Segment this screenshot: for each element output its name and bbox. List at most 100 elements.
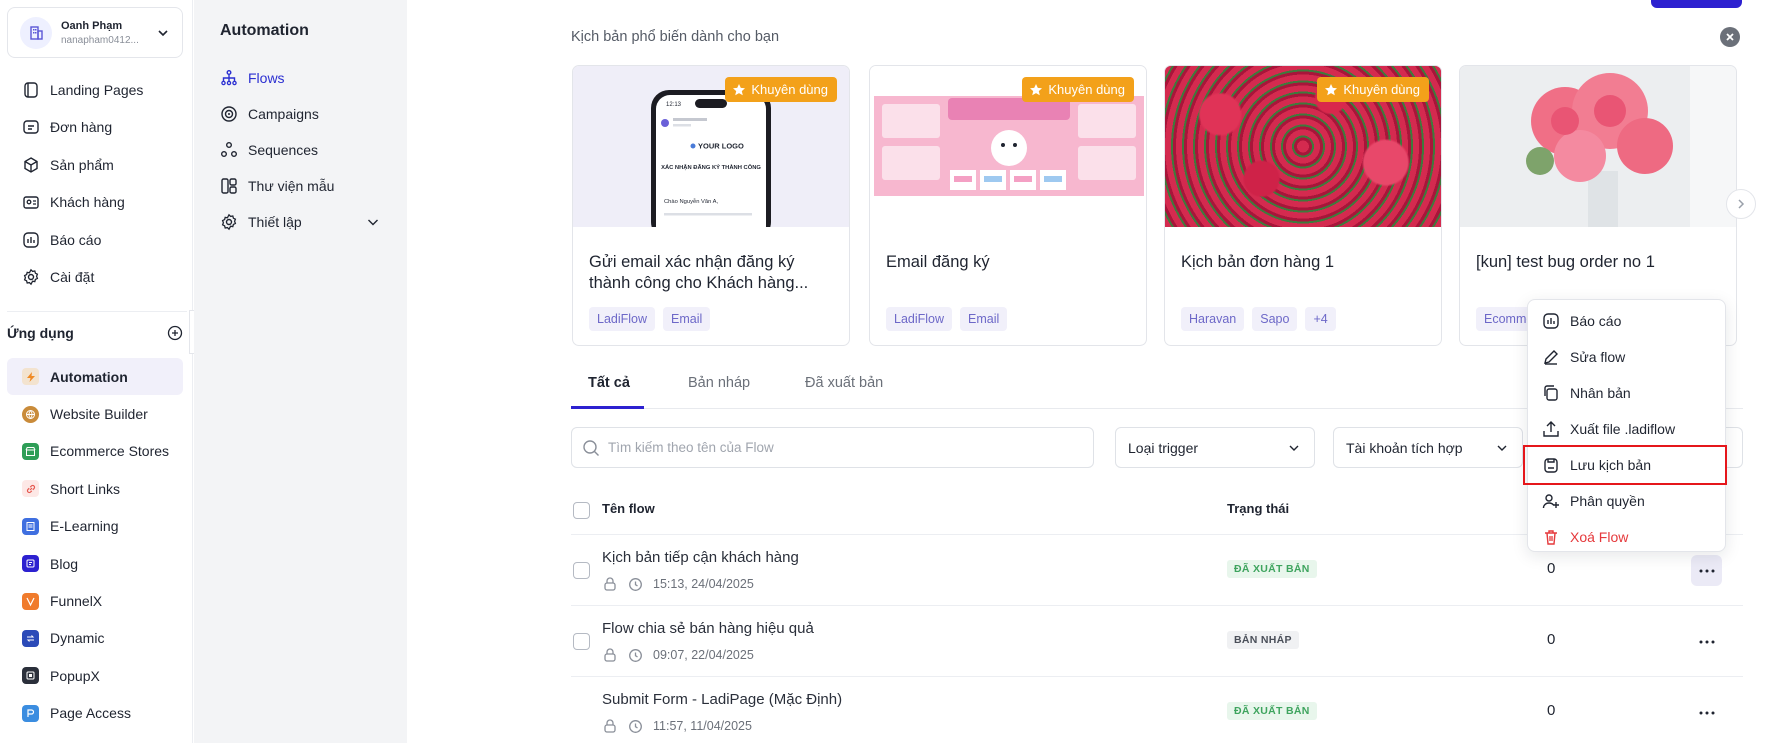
recommended-badge: Khuyên dùng <box>1317 77 1429 102</box>
module-item-setup[interactable]: Thiết lập <box>220 204 390 240</box>
phone-mock-time: 12:13 <box>666 102 682 108</box>
sequences-icon <box>221 142 237 157</box>
clock-icon <box>629 577 642 591</box>
table-row[interactable]: Submit Form - LadiPage (Mặc Định) 11:57,… <box>571 676 1743 743</box>
close-icon <box>1726 33 1734 41</box>
menu-item-edit-flow[interactable]: Sửa flow <box>1528 339 1725 375</box>
flow-meta: 09:07, 22/04/2025 <box>602 647 754 663</box>
nav-label: Khách hàng <box>50 194 125 211</box>
menu-item-export[interactable]: Xuất file .ladiflow <box>1528 411 1725 447</box>
flow-count: 0 <box>1547 631 1556 648</box>
chevron-down-icon <box>1497 445 1507 451</box>
app-ecommerce-stores[interactable]: Ecommerce Stores <box>7 433 183 470</box>
reports-icon <box>23 232 39 248</box>
app-label: Blog <box>50 555 79 572</box>
ecommerce-logo-icon <box>22 442 39 460</box>
app-automation[interactable]: Automation <box>7 358 183 396</box>
app-label: Automation <box>50 368 128 385</box>
suggested-section-title: Kịch bản phổ biến dành cho bạn <box>571 29 780 45</box>
star-icon <box>733 83 746 95</box>
row-checkbox[interactable] <box>573 562 590 579</box>
create-flow-button[interactable] <box>1651 0 1742 8</box>
card-tags: LadiFlow Email <box>589 307 711 331</box>
app-short-links[interactable]: Short Links <box>7 470 183 507</box>
nav-orders[interactable]: Đơn hàng <box>0 109 193 147</box>
app-website-builder[interactable]: Website Builder <box>7 395 183 432</box>
nav-landing-pages[interactable]: Landing Pages <box>0 71 193 109</box>
row-more-button[interactable] <box>1691 555 1722 586</box>
module-item-campaigns[interactable]: Campaigns <box>220 96 390 132</box>
apps-title: Ứng dụng <box>7 325 74 341</box>
search-input[interactable] <box>608 440 1048 455</box>
app-label: Dynamic <box>50 630 105 647</box>
menu-item-save-template[interactable]: Lưu kịch bản <box>1523 445 1727 485</box>
flow-actions-menu: Báo cáo Sửa flow Nhân bản Xuất file .lad… <box>1523 299 1727 555</box>
flows-icon <box>221 70 237 86</box>
flow-name[interactable]: Flow chia sẻ bán hàng hiệu quả <box>602 620 814 637</box>
app-funnelx[interactable]: FunnelX <box>7 582 183 619</box>
module-item-label: Sequences <box>248 142 319 158</box>
template-preview-image <box>1460 66 1736 227</box>
close-suggestions-button[interactable] <box>1720 27 1740 47</box>
row-more-button[interactable] <box>1691 626 1722 657</box>
tab-all[interactable]: Tất cả <box>588 375 630 391</box>
module-title: Automation <box>220 22 309 39</box>
menu-item-label: Xuất file .ladiflow <box>1570 421 1676 437</box>
module-item-sequences[interactable]: Sequences <box>220 132 390 168</box>
menu-item-report[interactable]: Báo cáo <box>1528 303 1725 339</box>
status-badge: BẢN NHÁP <box>1227 631 1299 649</box>
menu-item-duplicate[interactable]: Nhân bản <box>1528 375 1725 411</box>
integration-account-select[interactable]: Tài khoản tích hợp <box>1333 427 1523 468</box>
template-card[interactable]: Khuyên dùng Kịch bản đơn hàng 1 Haravan … <box>1164 65 1442 346</box>
e-learning-logo-icon <box>22 517 39 535</box>
menu-item-permissions[interactable]: Phân quyền <box>1528 483 1725 519</box>
nav-reports[interactable]: Báo cáo <box>0 221 193 259</box>
page-access-logo-icon <box>22 704 39 722</box>
recommended-badge: Khuyên dùng <box>725 77 837 102</box>
flow-updated-time: 09:07, 22/04/2025 <box>653 648 754 662</box>
app-blog[interactable]: Blog <box>7 545 183 582</box>
module-nav: Flows Campaigns Sequences Thư viện mẫu T… <box>220 60 390 240</box>
select-all-checkbox[interactable] <box>573 502 590 519</box>
card-title: Kịch bản đơn hàng 1 <box>1181 253 1335 271</box>
badge-label: Khuyên dùng <box>1048 82 1125 97</box>
nav-customers[interactable]: Khách hàng <box>0 184 193 222</box>
app-label: Ecommerce Stores <box>50 443 170 460</box>
app-page-access[interactable]: Page Access <box>7 695 183 732</box>
tab-published[interactable]: Đã xuất bản <box>805 375 883 391</box>
module-item-flows[interactable]: Flows <box>220 60 390 96</box>
module-item-label: Campaigns <box>248 106 319 122</box>
settings-icon <box>23 268 39 286</box>
add-app-icon[interactable] <box>167 325 183 341</box>
nav-label: Cài đặt <box>50 269 95 286</box>
flow-meta: 15:13, 24/04/2025 <box>602 576 754 592</box>
table-row[interactable]: Flow chia sẻ bán hàng hiệu quả 09:07, 22… <box>571 605 1743 676</box>
flow-updated-time: 15:13, 24/04/2025 <box>653 577 754 591</box>
nav-products[interactable]: Sản phẩm <box>0 146 193 184</box>
permission-icon <box>1542 494 1559 509</box>
template-card[interactable]: Khuyên dùng Email đăng ký LadiFlow Email <box>869 65 1147 346</box>
products-icon <box>24 156 38 173</box>
nav-settings[interactable]: Cài đặt <box>0 259 193 297</box>
tag: LadiFlow <box>589 307 656 331</box>
app-e-learning[interactable]: E-Learning <box>7 508 183 545</box>
app-popupx[interactable]: PopupX <box>7 657 183 694</box>
trigger-type-select[interactable]: Loại trigger <box>1115 427 1315 468</box>
tag: Sapo <box>1252 307 1298 331</box>
menu-item-delete-flow[interactable]: Xoá Flow <box>1528 519 1725 555</box>
row-more-button[interactable] <box>1691 697 1722 728</box>
flow-name[interactable]: Kịch bản tiếp cận khách hàng <box>602 549 799 566</box>
customers-icon <box>23 196 39 209</box>
app-dynamic[interactable]: Dynamic <box>7 620 183 657</box>
row-checkbox[interactable] <box>573 633 590 650</box>
carousel-next-button[interactable] <box>1726 189 1756 219</box>
template-card[interactable]: 12:13 YOUR LOGO XÁC NHẬN ĐĂNG KÝ THÀNH C… <box>572 65 850 346</box>
account-switcher[interactable]: Oanh Phạm nanapham0412... <box>7 7 183 58</box>
module-item-template-library[interactable]: Thư viện mẫu <box>220 168 390 204</box>
flow-name[interactable]: Submit Form - LadiPage (Mặc Định) <box>602 691 842 708</box>
tab-drafts[interactable]: Bản nháp <box>688 375 750 391</box>
select-value: Loại trigger <box>1128 439 1199 456</box>
popupx-logo-icon <box>22 667 39 685</box>
chevron-down-icon <box>1289 445 1299 451</box>
col-status: Trạng thái <box>1227 501 1290 516</box>
